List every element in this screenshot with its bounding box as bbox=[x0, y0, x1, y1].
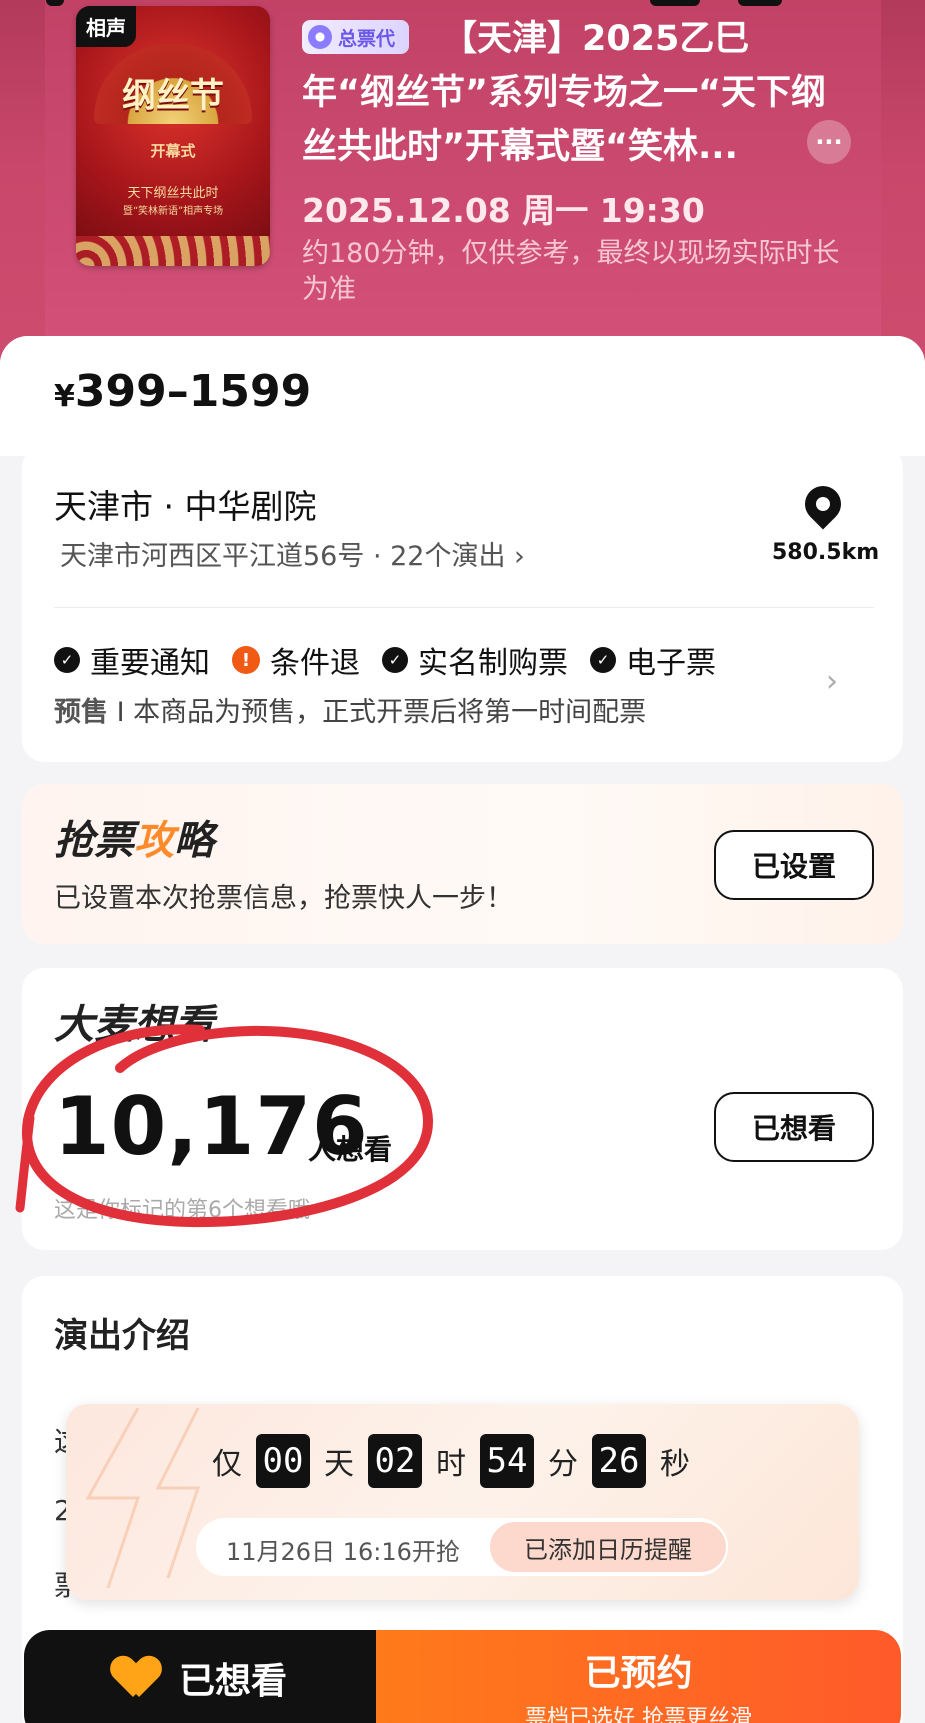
show-poster[interactable]: 纲丝节 开幕式 天下纲丝共此时 暨“笑林新语”相声专场 相声 bbox=[76, 6, 270, 266]
service-label: 条件退 bbox=[270, 646, 360, 681]
genre-tag: 相声 bbox=[76, 6, 136, 47]
venue-distance: 580.5km bbox=[772, 540, 880, 565]
more-button[interactable]: ··· bbox=[807, 120, 851, 164]
countdown-unit: 天 bbox=[324, 1447, 354, 1482]
chevron-right-icon[interactable]: › bbox=[826, 664, 838, 699]
venue-name[interactable]: 天津市 · 中华剧院 bbox=[54, 480, 316, 528]
reserved-button[interactable]: 已预约 票档已选好 抢票更丝滑 bbox=[376, 1630, 901, 1723]
agent-badge-label: 总票代 bbox=[338, 27, 396, 50]
service-label: 电子票 bbox=[626, 646, 716, 681]
want-title: 大麦想看 bbox=[54, 1002, 214, 1048]
service-item: ✓ 电子票 bbox=[590, 638, 716, 682]
venue-address-link[interactable]: 天津市河西区平江道56号 · 22个演出 › bbox=[60, 534, 525, 573]
show-datetime: 2025.12.08 周一 19:30 bbox=[302, 191, 705, 230]
strategy-description: 已设置本次抢票信息，抢票快人一步！ bbox=[54, 883, 513, 914]
service-tags[interactable]: ✓ 重要通知 ! 条件退 ✓ 实名制购票 ✓ 电子票 bbox=[54, 638, 716, 682]
intro-title: 演出介绍 bbox=[54, 1316, 190, 1356]
service-label: 重要通知 bbox=[90, 646, 210, 681]
presale-note: 预售 I 本商品为预售，正式开票后将第一时间配票 bbox=[54, 690, 646, 729]
divider bbox=[54, 607, 874, 608]
countdown-timer: 仅 00 天 02 时 54 分 26 秒 bbox=[212, 1434, 690, 1488]
countdown-hours: 02 bbox=[368, 1434, 422, 1488]
countdown-unit: 秒 bbox=[660, 1447, 690, 1482]
show-duration: 约180分钟，仅供参考，最终以现场实际时长为准 bbox=[302, 238, 840, 305]
poster-subtitle: 开幕式 bbox=[150, 142, 196, 160]
service-label: 实名制购票 bbox=[418, 646, 568, 681]
strategy-title-part: 抢票 bbox=[54, 818, 134, 864]
want-to-see-button[interactable]: 已想看 bbox=[714, 1092, 874, 1162]
reserved-label: 已预约 bbox=[584, 1653, 693, 1694]
sale-start-time: 11月26日 16:16开抢 bbox=[226, 1538, 460, 1566]
countdown-prefix: 仅 bbox=[212, 1447, 242, 1482]
service-item: ✓ 重要通知 bbox=[54, 638, 210, 682]
check-icon: ✓ bbox=[590, 647, 616, 673]
service-item: ✓ 实名制购票 bbox=[382, 638, 568, 682]
agent-badge: 总票代 bbox=[302, 20, 410, 54]
countdown-seconds: 26 bbox=[592, 1434, 646, 1488]
countdown-unit: 时 bbox=[436, 1447, 466, 1482]
lightning-icon bbox=[85, 1408, 201, 1588]
countdown-minutes: 54 bbox=[480, 1434, 534, 1488]
strategy-title: 抢票攻略 bbox=[54, 808, 214, 866]
heart-icon bbox=[113, 1657, 159, 1699]
status-dot bbox=[738, 0, 782, 6]
flower-icon bbox=[308, 25, 332, 49]
price-value: 399–1599 bbox=[74, 366, 312, 417]
countdown-unit: 分 bbox=[548, 1447, 578, 1482]
want-subtext: 这是你标记的第6个想看哦 bbox=[54, 1198, 310, 1223]
service-item: ! 条件退 bbox=[232, 638, 360, 682]
presale-tag: 预售 bbox=[54, 697, 108, 728]
bottom-action-bar: 已想看 已预约 票档已选好 抢票更丝滑 bbox=[24, 1630, 901, 1723]
strategy-title-part: 攻 bbox=[134, 818, 174, 864]
price-range: ¥399–1599 bbox=[54, 366, 311, 417]
poster-line: 暨“笑林新语”相声专场 bbox=[122, 206, 224, 217]
countdown-days: 00 bbox=[256, 1434, 310, 1488]
presale-text: 本商品为预售，正式开票后将第一时间配票 bbox=[133, 697, 647, 728]
calendar-reminder-button[interactable]: 已添加日历提醒 bbox=[490, 1522, 726, 1572]
check-icon: ✓ bbox=[382, 647, 408, 673]
strategy-set-button[interactable]: 已设置 bbox=[714, 830, 874, 900]
want-bottom-label: 已想看 bbox=[178, 1661, 287, 1702]
strategy-title-part: 略 bbox=[174, 818, 214, 864]
want-suffix: 人想看 bbox=[308, 1133, 393, 1166]
poster-title: 纲丝节 bbox=[122, 76, 224, 116]
want-to-see-bottom-button[interactable]: 已想看 bbox=[24, 1630, 376, 1723]
check-icon: ✓ bbox=[54, 647, 80, 673]
cloud-pattern bbox=[76, 236, 270, 266]
poster-line: 天下纲丝共此时 bbox=[127, 186, 219, 201]
currency-symbol: ¥ bbox=[54, 379, 75, 414]
warning-icon: ! bbox=[232, 646, 260, 674]
status-dot bbox=[650, 0, 700, 6]
reserved-sublabel: 票档已选好 抢票更丝滑 bbox=[525, 1706, 752, 1723]
presale-separator: I bbox=[116, 697, 125, 728]
